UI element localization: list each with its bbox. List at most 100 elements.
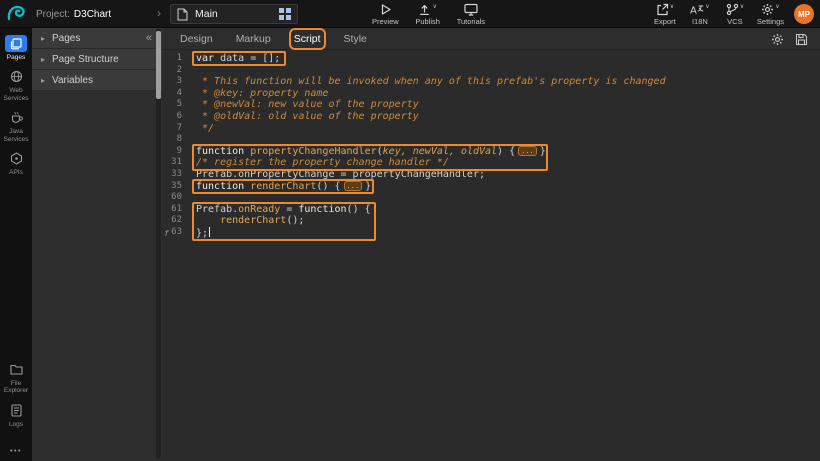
tab-markup[interactable]: Markup: [236, 33, 271, 45]
line-number: 7: [162, 123, 188, 135]
avatar[interactable]: MP: [794, 4, 814, 24]
code-line[interactable]: 7 */: [162, 123, 820, 135]
code-editor[interactable]: 1 var data = []; 23 * This function will b…: [162, 50, 820, 461]
caret-down-icon: ∨: [740, 4, 744, 10]
grid-icon[interactable]: [279, 8, 291, 20]
rail-item-pages[interactable]: Pages: [0, 35, 32, 61]
line-number: 3: [162, 76, 188, 88]
topbar-action-preview[interactable]: Preview: [372, 3, 399, 26]
line-number: 60: [162, 192, 188, 204]
api-hexagon-icon: [5, 150, 27, 167]
code-line-content: };: [196, 227, 210, 239]
line-number: 1: [162, 53, 188, 65]
more-options-icon[interactable]: •••: [0, 448, 32, 455]
code-line-content: function renderChart() {...}: [196, 181, 371, 193]
topbar-action-label: Settings: [757, 17, 784, 26]
code-line[interactable]: 33Prefab.onPropertyChange = propertyChan…: [162, 169, 820, 181]
chevron-right-icon: ›: [157, 6, 161, 20]
project-name: D3Chart: [74, 9, 111, 20]
topbar-center-actions: Preview ∨Publish Tutorials: [372, 0, 485, 28]
page-selector[interactable]: Main: [170, 4, 298, 24]
panel-item-list: ▸Pages▸Page Structure▸Variables: [32, 28, 162, 91]
java-cup-icon: [5, 109, 27, 126]
panel-item-page-structure[interactable]: ▸Page Structure: [32, 49, 162, 70]
panel-item-variables[interactable]: ▸ Variables: [32, 70, 162, 91]
folded-code-badge[interactable]: ...: [344, 181, 363, 191]
panel-item-pages[interactable]: ▸Pages: [32, 28, 162, 49]
topbar-action-vcs[interactable]: ∨ VCS: [722, 3, 748, 26]
folded-code-badge[interactable]: ...: [518, 146, 537, 156]
code-line[interactable]: 63f};: [162, 227, 820, 239]
chevron-expand-icon[interactable]: ▸: [41, 55, 45, 64]
code-line[interactable]: 61Prefab.onReady = function() {: [162, 204, 820, 216]
page-selector-value: Main: [195, 8, 272, 20]
logs-icon: [5, 402, 27, 419]
code-line[interactable]: 2: [162, 65, 820, 77]
line-number: 6: [162, 111, 188, 123]
code-line[interactable]: 4 * @key: property name: [162, 88, 820, 100]
code-line[interactable]: 1 var data = [];: [162, 53, 820, 65]
topbar-action-settings[interactable]: ∨ Settings: [757, 3, 784, 26]
caret-down-icon: ∨: [775, 4, 779, 10]
collapse-panel-button[interactable]: «: [146, 32, 152, 44]
rail-item-java-services[interactable]: Java Services: [0, 109, 32, 143]
rail-item-web-services[interactable]: Web Services: [0, 68, 32, 102]
gutter-fold-mark[interactable]: f: [164, 228, 169, 240]
panel-scrollbar[interactable]: [156, 29, 161, 459]
rail-item-label: Logs: [9, 421, 23, 428]
panel-item-label: Variables: [52, 75, 93, 86]
topbar-action-label: I18N: [692, 17, 708, 26]
rail-bottom-group: File Explorer Logs: [0, 361, 32, 435]
code-line[interactable]: 5 * @newVal: new value of the property: [162, 99, 820, 111]
line-number: 2: [162, 65, 188, 77]
code-line[interactable]: 35 function renderChart() {...}: [162, 181, 820, 193]
code-line[interactable]: 3 * This function will be invoked when a…: [162, 76, 820, 88]
editor-tab-actions: [771, 28, 808, 50]
left-icon-rail: Pages Web Services Java Services APIs File …: [0, 28, 32, 461]
code-line-content: Prefab.onReady = function() {: [196, 204, 371, 216]
chevron-expand-icon[interactable]: ▸: [41, 34, 45, 43]
caret-down-icon: ∨: [705, 4, 709, 10]
code-line[interactable]: 6 * @oldVal: old value of the property: [162, 111, 820, 123]
rail-item-label: Pages: [7, 54, 25, 61]
project-label: Project:: [36, 9, 70, 20]
line-number: 62: [162, 215, 188, 227]
panel-scrollbar-thumb[interactable]: [156, 31, 161, 99]
topbar-action-tutorials[interactable]: Tutorials: [457, 3, 485, 26]
topbar-right-actions: ∨ExportA∨I18N∨VCS∨Settings: [652, 0, 784, 28]
code-line[interactable]: 31/* register the property change handle…: [162, 157, 820, 169]
rail-item-apis[interactable]: APIs: [0, 150, 32, 176]
left-panel: ▸Pages▸Page Structure▸Variables «: [32, 28, 162, 461]
globe-icon: [5, 68, 27, 85]
editor-tabs: Design Markup Script Style: [180, 33, 367, 45]
topbar-action-i18n[interactable]: A∨I18N: [687, 3, 713, 26]
code-line-content: renderChart();: [196, 215, 304, 227]
save-icon[interactable]: [795, 33, 808, 46]
editor-tabbar: Design Markup Script Style: [162, 28, 820, 50]
rail-item-file-explorer[interactable]: File Explorer: [0, 361, 32, 395]
line-number: 31: [162, 157, 188, 169]
wavemaker-studio: Project: D3Chart › Main Preview ∨Publish T…: [0, 0, 820, 461]
code-line-content: var data = [];: [196, 53, 280, 65]
topbar-action-label: VCS: [727, 17, 742, 26]
line-number: 33: [162, 169, 188, 181]
tab-script[interactable]: Script: [294, 33, 321, 45]
editor-settings-gear-icon[interactable]: [771, 33, 784, 46]
code-line-content: * @key: property name: [196, 88, 328, 100]
code-line[interactable]: 60: [162, 192, 820, 204]
code-line[interactable]: 8: [162, 134, 820, 146]
caret-down-icon: ∨: [432, 4, 436, 10]
chevron-expand-icon[interactable]: ▸: [41, 76, 45, 85]
code-line[interactable]: 9function propertyChangeHandler(key, new…: [162, 146, 820, 158]
tab-design[interactable]: Design: [180, 33, 213, 45]
line-number: 35: [162, 181, 188, 193]
topbar: Project: D3Chart › Main Preview ∨Publish T…: [0, 0, 820, 28]
breadcrumb: Project: D3Chart: [36, 0, 111, 28]
topbar-action-publish[interactable]: ∨Publish: [415, 3, 441, 26]
pages-icon: [5, 35, 27, 52]
rail-item-logs[interactable]: Logs: [0, 402, 32, 428]
tab-style[interactable]: Style: [344, 33, 367, 45]
code-line[interactable]: 62 renderChart();: [162, 215, 820, 227]
topbar-action-export[interactable]: ∨Export: [652, 3, 678, 26]
wavemaker-logo-icon[interactable]: [6, 4, 26, 24]
